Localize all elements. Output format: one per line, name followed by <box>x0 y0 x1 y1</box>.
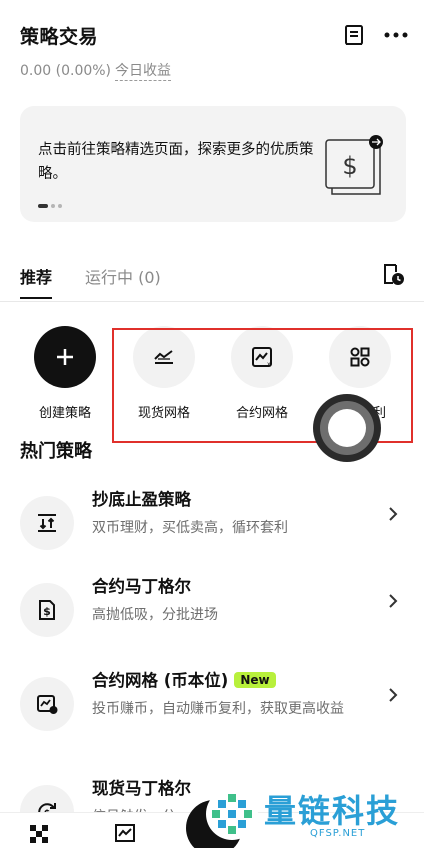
quick-action-label: 创建策略 <box>38 406 91 421</box>
strategy-name: 合约马丁格尔 <box>92 577 191 596</box>
strategy-item[interactable]: 抄底止盈策略 双币理财，买低卖高，循环套利 <box>0 486 424 582</box>
strategy-desc: 双币理财，买低卖高，循环套利 <box>92 520 288 536</box>
svg-text:$: $ <box>342 152 357 180</box>
strategy-icon-wrap: $ <box>20 583 74 637</box>
banner-text: 点击前往策略精选页面，探索更多的优质策略。 <box>38 142 314 182</box>
chevron-right-icon <box>389 594 398 608</box>
chevron-right-icon <box>389 507 398 521</box>
floating-button-core <box>328 409 366 447</box>
strategy-desc: 高抛低吸，分批进场 <box>92 607 218 623</box>
grid-nav-icon[interactable] <box>28 823 50 845</box>
watermark-text: 量链科技 <box>264 792 401 830</box>
pagination-dot <box>58 204 62 208</box>
promo-banner[interactable]: 点击前往策略精选页面，探索更多的优质策略。 $ <box>20 106 406 222</box>
tab-running[interactable]: 运行中 (0) <box>85 264 161 288</box>
header: 策略交易 0.00 (0.00%) 今日收益 <box>0 0 424 100</box>
strategy-item[interactable]: 合约网格 (币本位) New 投币赚币，自动赚币复利，获取更高收益 <box>0 667 424 763</box>
pnl-value: 0.00 (0.00%) <box>20 63 112 79</box>
page-title: 策略交易 <box>20 26 99 48</box>
watermark-logo-icon <box>206 788 258 840</box>
strategy-name-text: 合约网格 (币本位) <box>92 671 229 690</box>
strategy-name: 合约网格 (币本位) New <box>92 667 276 691</box>
svg-text:$: $ <box>43 605 51 618</box>
chart-nav-icon[interactable] <box>114 823 136 845</box>
strategy-icon-wrap <box>20 677 74 731</box>
more-icon[interactable] <box>383 24 409 46</box>
document-icon[interactable] <box>343 24 365 46</box>
chevron-right-icon <box>389 688 398 702</box>
strategy-name: 抄底止盈策略 <box>92 490 191 509</box>
plus-icon <box>57 349 73 365</box>
coin-grid-icon <box>37 695 58 714</box>
futures-martingale-icon: $ <box>39 600 55 620</box>
strategy-name: 现货马丁格尔 <box>92 779 191 798</box>
create-strategy-button[interactable]: 创建策略 <box>25 326 105 421</box>
create-strategy-circle <box>34 326 96 388</box>
strategy-icon-wrap <box>20 496 74 550</box>
watermark-subtext: QFSP.NET <box>310 828 366 839</box>
strategy-card-icon: $ <box>325 135 383 195</box>
hot-strategies-title: 热门策略 <box>20 441 92 462</box>
new-badge: New <box>234 672 276 688</box>
strategy-desc: 投币赚币，自动赚币复利，获取更高收益 <box>92 701 344 717</box>
pnl-label[interactable]: 今日收益 <box>115 63 172 81</box>
bottom-fishing-icon <box>38 514 56 532</box>
floating-assistive-button[interactable] <box>313 394 381 462</box>
strategy-item[interactable]: $ 合约马丁格尔 高抛低吸，分批进场 <box>0 573 424 669</box>
pagination-dot-active <box>38 204 48 208</box>
watermark: 量链科技 QFSP.NET <box>200 780 424 848</box>
pagination-dot <box>51 204 55 208</box>
strategy-tabs: 推荐 运行中 (0) <box>0 258 424 302</box>
today-pnl: 0.00 (0.00%) 今日收益 <box>20 60 172 81</box>
banner-pagination <box>38 204 62 208</box>
history-icon[interactable] <box>381 262 405 286</box>
tab-recommended[interactable]: 推荐 <box>20 264 53 299</box>
